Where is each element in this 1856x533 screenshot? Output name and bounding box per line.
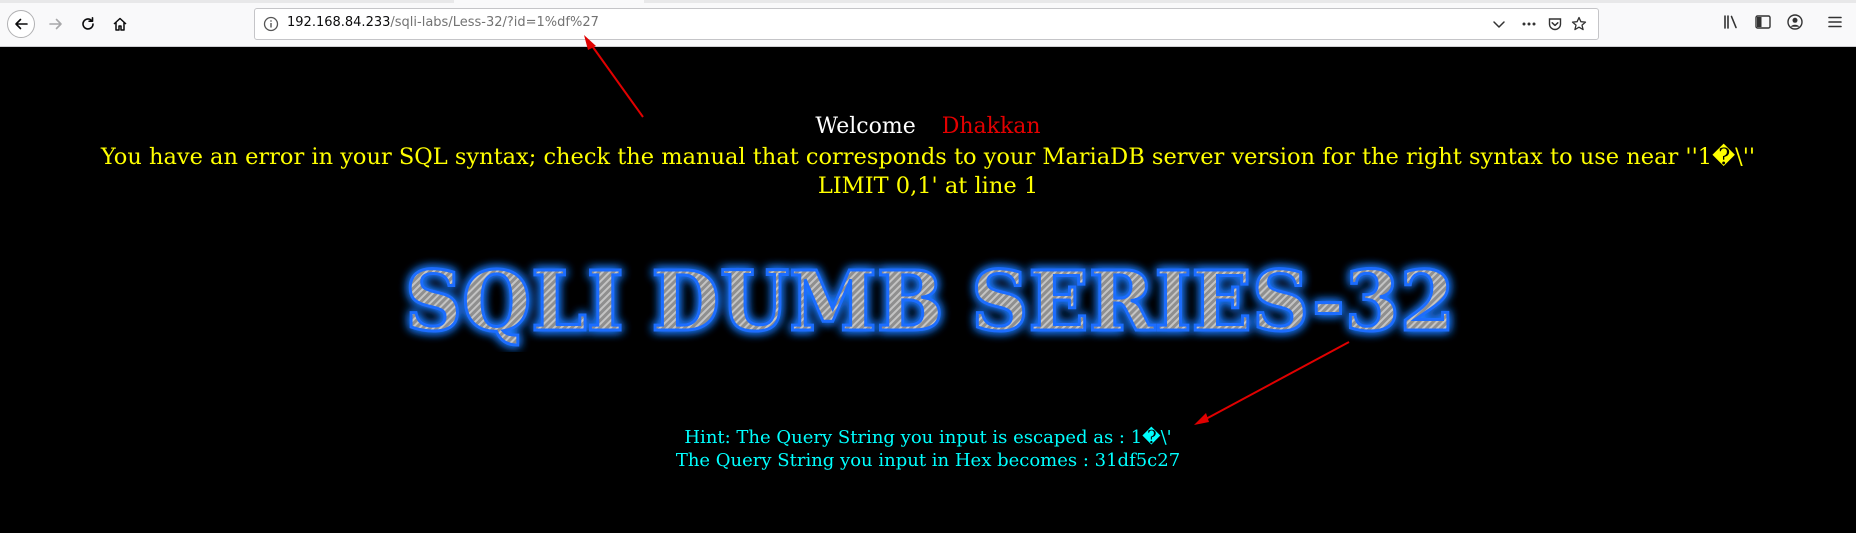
- star-icon[interactable]: [1571, 16, 1587, 32]
- reload-icon: [82, 17, 94, 30]
- sqli-dumb-series-banner: SQLI DUMB SERIES-32: [404, 253, 1457, 352]
- arrow-right-icon: [49, 18, 62, 30]
- home-icon: [113, 17, 127, 31]
- annotation-arrow-url: [584, 35, 644, 118]
- ellipsis-icon[interactable]: [1521, 16, 1537, 32]
- error-line-1: You have an error in your SQL syntax; ch…: [100, 144, 1756, 170]
- pocket-icon[interactable]: [1547, 16, 1563, 32]
- tab-active[interactable]: [454, 0, 644, 3]
- error-line-2: LIMIT 0,1' at line 1: [817, 173, 1039, 199]
- arrow-left-icon: [15, 18, 28, 30]
- hint-hex: The Query String you input in Hex become…: [675, 450, 1181, 471]
- banner-text: SQLI DUMB SERIES-32: [405, 254, 1455, 350]
- welcome-name: Dhakkan: [941, 114, 1041, 139]
- url-host: 192.168.84.233: [287, 15, 391, 30]
- info-icon[interactable]: [263, 16, 279, 32]
- back-button[interactable]: [7, 10, 35, 38]
- account-icon[interactable]: [1786, 13, 1804, 31]
- library-icon[interactable]: [1722, 13, 1740, 31]
- hint-message: Hint: The Query String you input is esca…: [0, 426, 1856, 472]
- home-button[interactable]: [106, 10, 134, 38]
- sidebar-icon[interactable]: [1754, 13, 1772, 31]
- annotation-arrow-hint: [1194, 341, 1350, 425]
- forward-button[interactable]: [42, 10, 70, 38]
- url-bar[interactable]: 192.168.84.233/sqli-labs/Less-32/?id=1%d…: [254, 8, 1599, 40]
- welcome-label: Welcome: [815, 114, 916, 139]
- hint-escaped: Hint: The Query String you input is esca…: [684, 427, 1172, 448]
- reload-button[interactable]: [74, 10, 102, 38]
- url-path: /sqli-labs/Less-32/?id=1%df%27: [390, 15, 599, 30]
- chevron-down-icon[interactable]: [1491, 16, 1507, 32]
- sql-error-message: You have an error in your SQL syntax; ch…: [30, 143, 1826, 201]
- welcome-line: Welcome Dhakkan: [0, 114, 1856, 139]
- tab-strip: [0, 0, 1856, 3]
- url-text[interactable]: 192.168.84.233/sqli-labs/Less-32/?id=1%d…: [287, 15, 599, 30]
- browser-toolbar: 192.168.84.233/sqli-labs/Less-32/?id=1%d…: [0, 0, 1856, 47]
- hamburger-menu-icon[interactable]: [1826, 13, 1844, 31]
